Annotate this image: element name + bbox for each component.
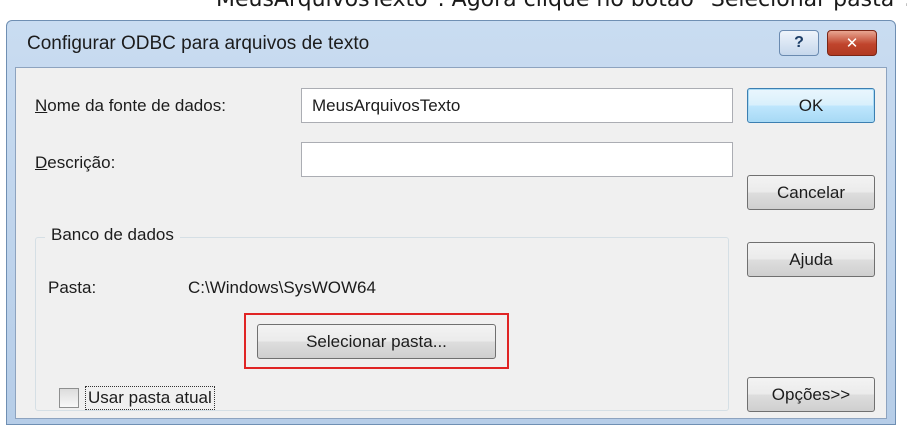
use-current-folder-label[interactable]: Usar pasta atual [85,386,215,410]
window-title: Configurar ODBC para arquivos de texto [27,33,370,54]
description-label: Descrição: [35,153,116,172]
database-group-title: Banco de dados [45,225,180,245]
ok-label: OK [798,95,824,115]
ok-button[interactable]: OK [747,88,875,123]
dialog-body: Nome da fonte de dados: MeusArquivosText… [15,67,887,419]
description-input[interactable] [301,142,733,177]
caption-text: MeusArquivosTexto". Agora clique no botã… [216,0,907,12]
folder-path: C:\Windows\SysWOW64 [188,278,376,297]
select-folder-button[interactable]: Selecionar pasta... [257,324,496,359]
help-label: Ajuda [789,249,833,269]
close-icon: ✕ [845,35,859,52]
cancel-label: Cancelar [776,182,846,202]
odbc-dialog: Configurar ODBC para arquivos de texto ?… [6,20,896,425]
dsn-input[interactable]: MeusArquivosTexto [301,88,733,123]
folder-label: Pasta: [48,278,97,297]
use-current-folder-checkbox[interactable] [59,388,79,408]
help-title-button[interactable]: ? [779,30,819,56]
dsn-label: Nome da fonte de dados: [35,96,226,115]
cancel-button[interactable]: Cancelar [747,175,875,210]
help-button[interactable]: Ajuda [747,242,875,277]
select-folder-label: Selecionar pasta... [306,331,447,351]
options-button[interactable]: Opções>> [747,377,875,412]
options-label: Opções>> [771,384,851,404]
help-icon: ? [794,34,804,51]
title-bar: Configurar ODBC para arquivos de texto ?… [7,21,895,67]
close-title-button[interactable]: ✕ [827,30,877,56]
